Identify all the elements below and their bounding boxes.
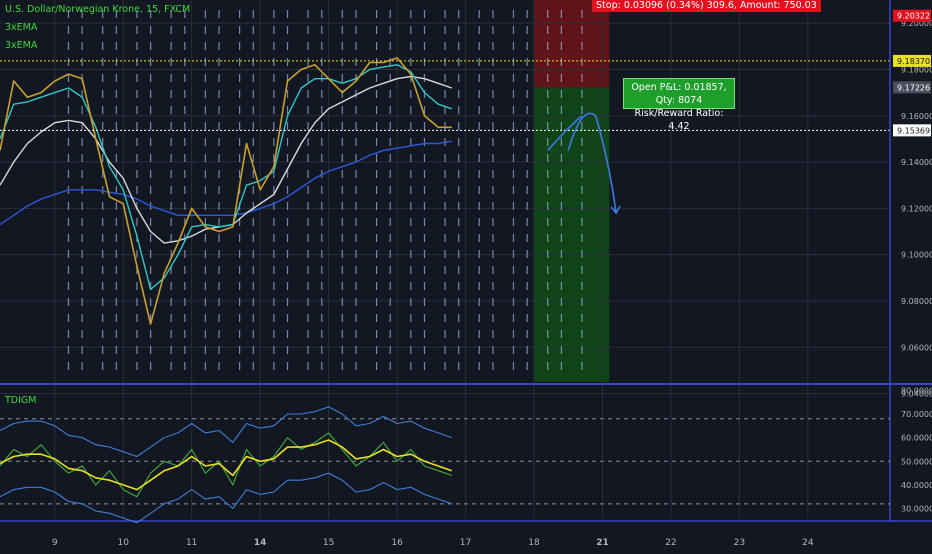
- indicator-legend-ema-2: 3xEMA: [5, 40, 38, 51]
- time-tick-label: 21: [596, 538, 609, 548]
- stop-label[interactable]: Stop: 0.03096 (0.34%) 309.6, Amount: 750…: [592, 0, 821, 12]
- time-tick-label: 11: [186, 538, 197, 548]
- pnl-box[interactable]: Open P&L: 0.01857, Qty: 8074 Risk/Reward…: [623, 78, 735, 132]
- chart-root: 9.04000 9.06000 9.08000 9.10000 9.12000 9.140…: [0, 0, 932, 550]
- indicator-tick-label: 80.00000: [901, 386, 932, 395]
- chart-canvas[interactable]: 9.040009.060009.080009.100009.120009.140…: [0, 0, 932, 550]
- price-tick-label: 9.14000: [901, 158, 932, 167]
- price-label-entry: 9.17226: [897, 83, 930, 92]
- indicator-legend-tdi: TDIGM: [5, 395, 37, 406]
- price-label-stop: 9.20322: [897, 12, 930, 21]
- indicator-legend-ema-1: 3xEMA: [5, 22, 38, 33]
- price-tick-label: 9.06000: [901, 343, 932, 352]
- time-tick-label: 17: [460, 538, 471, 548]
- profit-zone: [534, 87, 610, 383]
- time-tick-label: 22: [665, 538, 676, 548]
- price-tick-label: 9.08000: [901, 297, 932, 306]
- indicator-tick-label: 60.00000: [901, 434, 932, 443]
- time-tick-label: 23: [734, 538, 745, 548]
- indicator-tick-label: 70.00000: [901, 410, 932, 419]
- time-tick-label: 24: [802, 538, 814, 548]
- stop-zone: [534, 0, 610, 88]
- indicator-tick-label: 50.00000: [901, 457, 932, 466]
- indicator-tick-label: 30.00000: [901, 505, 932, 514]
- time-tick-label: 9: [52, 538, 58, 548]
- price-tick-label: 9.16000: [901, 112, 932, 121]
- price-tick-label: 9.10000: [901, 251, 932, 260]
- chart-title: U.S. Dollar/Norwegian Krone, 15, FXCM: [5, 4, 191, 15]
- time-tick-label: 14: [254, 538, 267, 548]
- time-tick-label: 15: [323, 538, 334, 548]
- price-tick-label: 9.12000: [901, 204, 932, 213]
- time-tick-label: 18: [528, 538, 540, 548]
- price-label-level: 9.18370: [897, 57, 930, 66]
- time-tick-label: 16: [391, 538, 403, 548]
- pnl-label: Open P&L: 0.01857, Qty: 8074: [631, 82, 727, 106]
- indicator-tick-label: 40.00000: [901, 481, 932, 490]
- time-tick-label: 10: [118, 538, 130, 548]
- risk-reward-label: Risk/Reward Ratio: 4.42: [634, 108, 724, 132]
- price-label-current: 9.15369: [897, 126, 930, 135]
